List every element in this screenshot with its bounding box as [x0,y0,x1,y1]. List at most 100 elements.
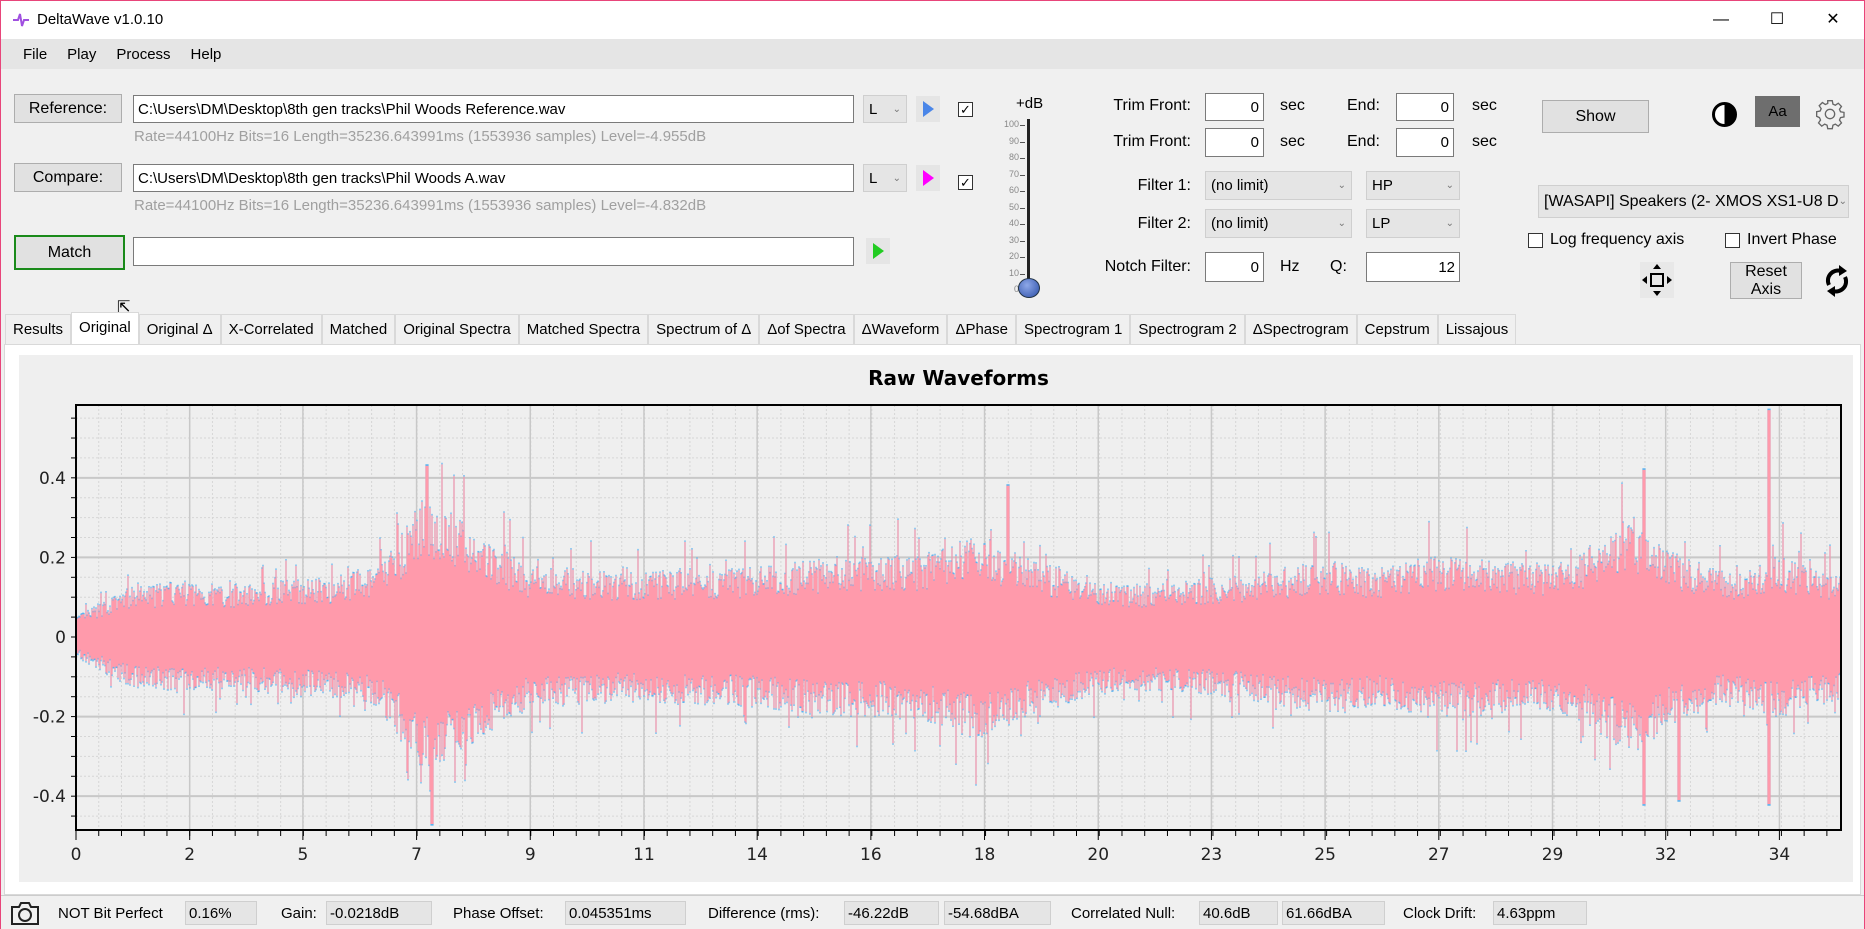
gain-scale-tick-label: 80 [1008,152,1019,162]
menu-file[interactable]: File [13,39,57,69]
gain-slider-track[interactable] [1027,119,1030,287]
x-tick-label: 16 [860,845,882,865]
gain-scale-tick-label: 0 [1013,284,1019,294]
reference-enable-checkbox[interactable]: ✓ [958,102,973,117]
chevron-down-icon: ⌄ [1337,180,1346,191]
gain-scale-tick [1020,273,1025,275]
contrast-icon[interactable] [1712,102,1737,127]
show-button[interactable]: Show [1542,100,1649,133]
reference-button[interactable]: Reference: [14,94,122,123]
trim-front-label: Trim Front: [1113,133,1191,150]
tab-spectrogram[interactable]: ΔSpectrogram [1244,314,1357,344]
play-icon [923,170,934,186]
menu-bar: File Play Process Help [1,39,1864,69]
clock-drift-label: Clock Drift: [1403,905,1477,922]
trim-front-input-1[interactable]: 0 [1205,93,1264,121]
trim-end-input-1[interactable]: 0 [1396,93,1454,121]
reference-path-input[interactable]: C:\Users\DM\Desktop\8th gen tracks\Phil … [133,95,854,123]
gain-scale-tick [1020,158,1025,159]
tab-original[interactable]: Original [71,312,139,344]
trim-end-input-2[interactable]: 0 [1396,128,1454,157]
notch-q-label: Q: [1330,258,1347,275]
gain-scale-tick [1020,125,1025,126]
tab-cepstrum[interactable]: Cepstrum [1356,314,1438,344]
view-tabs: Results Original Original Δ X-Correlated Mat… [5,312,1517,344]
x-tick-label: 14 [746,845,768,865]
pan-move-icon[interactable] [1640,262,1674,298]
window-title: DeltaWave v1.0.10 [37,11,164,28]
reference-play-button[interactable] [916,96,940,122]
menu-help[interactable]: Help [181,39,232,69]
match-button[interactable]: Match [14,235,125,270]
refresh-icon[interactable] [1821,263,1853,299]
match-progress-field [133,237,854,266]
tab-lissajous[interactable]: Lissajous [1437,314,1517,344]
tab-waveform[interactable]: ΔWaveform [853,314,948,344]
maximize-button[interactable]: ☐ [1754,5,1800,35]
tab-x-correlated[interactable]: X-Correlated [220,314,322,344]
log-frequency-checkbox[interactable] [1528,233,1543,248]
raw-waveforms-chart[interactable]: Raw Waveforms-0.4-0.200.20.40 2 5 7 9 11 14 16 1… [19,355,1853,882]
trim-end-label: End: [1347,133,1380,150]
play-icon [873,243,884,259]
compare-button[interactable]: Compare: [14,163,122,192]
gain-slider-label: +dB [1016,95,1044,112]
tab-results[interactable]: Results [5,314,72,344]
gain-value: -0.0218dB [326,901,432,925]
tab-spectrum-of[interactable]: Spectrum of Δ [648,314,760,344]
invert-phase-checkbox[interactable] [1725,233,1740,248]
compare-enable-checkbox[interactable]: ✓ [958,175,973,190]
tab-matched-spectra[interactable]: Matched Spectra [518,314,649,344]
camera-icon[interactable] [10,900,40,926]
minimize-button[interactable]: — [1698,5,1744,35]
title-bar: DeltaWave v1.0.10 — ☐ ✕ [1,1,1864,39]
match-play-button[interactable] [866,238,890,264]
x-tick-label: 18 [974,845,996,865]
gain-scale-tick [1020,257,1025,258]
compare-path-input[interactable]: C:\Users\DM\Desktop\8th gen tracks\Phil … [133,164,854,192]
chevron-down-icon: ⌄ [1337,218,1346,229]
audio-device-select[interactable]: [WASAPI] Speakers (2- XMOS XS1-U8 D ⌄ [1538,185,1849,218]
tab-matched[interactable]: Matched [321,314,396,344]
x-tick-label: 23 [1201,845,1223,865]
gain-scale-tick-label: 90 [1008,135,1019,146]
trim-front-input-2[interactable]: 0 [1205,128,1264,157]
close-button[interactable]: ✕ [1810,5,1856,35]
gain-scale-tick [1020,191,1025,192]
tab-original[interactable]: Original Δ [138,314,221,344]
menu-play[interactable]: Play [57,39,106,69]
tab-phase[interactable]: ΔPhase [947,314,1016,344]
compare-channel-value: L [869,169,878,187]
x-tick-label: 34 [1769,845,1791,865]
difference-dba-value: -54.68dBA [944,901,1051,925]
x-tick-label: 9 [525,845,536,865]
compare-channel-select[interactable]: L ⌄ [863,164,907,192]
phase-offset-label: Phase Offset: [453,905,544,922]
compare-play-button[interactable] [916,165,940,191]
gear-icon[interactable] [1814,98,1846,130]
gain-scale-tick-label: 50 [1008,201,1019,212]
play-icon [923,101,934,117]
reference-channel-select[interactable]: L ⌄ [863,95,907,123]
filter1-select[interactable]: (no limit) ⌄ [1205,171,1352,200]
tab-spectrogram-1[interactable]: Spectrogram 1 [1016,314,1131,344]
reference-info: Rate=44100Hz Bits=16 Length=35236.643991… [134,128,707,145]
tab-original-spectra[interactable]: Original Spectra [395,314,519,344]
tab-spectrogram-2[interactable]: Spectrogram 2 [1130,314,1245,344]
correlated-null-label: Correlated Null: [1071,905,1176,922]
trim-end-unit: sec [1472,97,1497,114]
x-tick-label: 11 [633,845,655,865]
menu-process[interactable]: Process [106,39,180,69]
notch-frequency-input[interactable]: 0 [1205,252,1264,282]
filter2-type-select[interactable]: LP ⌄ [1366,209,1460,238]
notch-q-input[interactable]: 12 [1366,252,1460,282]
gain-slider-thumb[interactable] [1018,278,1040,298]
bit-perfect-label: NOT Bit Perfect [58,905,163,922]
tab-of-spectra[interactable]: Δof Spectra [759,314,854,344]
reset-axis-button[interactable]: Reset Axis [1730,262,1802,299]
filter1-type-select[interactable]: HP ⌄ [1366,171,1460,200]
log-frequency-label: Log frequency axis [1550,231,1685,248]
filter2-select[interactable]: (no limit) ⌄ [1205,209,1352,238]
x-tick-label: 2 [184,845,195,865]
font-size-button[interactable]: Aa [1755,96,1800,127]
